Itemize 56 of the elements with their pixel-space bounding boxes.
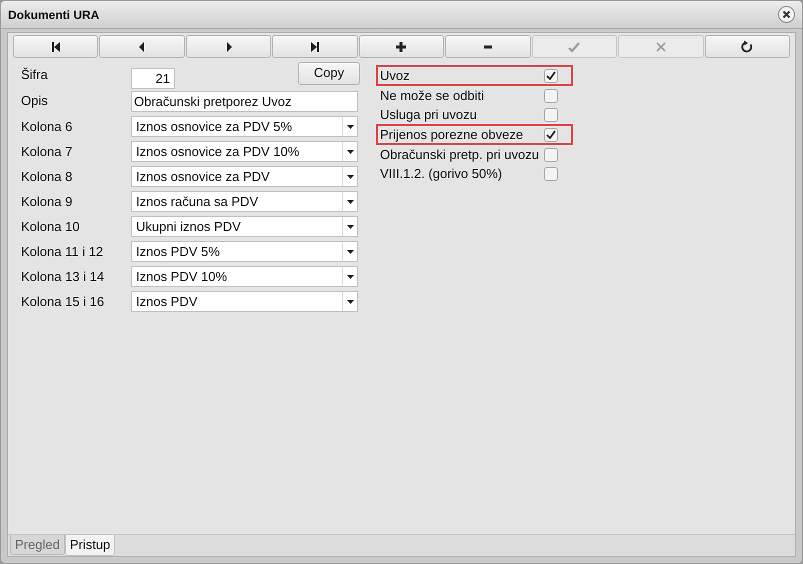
option-label: Ne može se odbiti xyxy=(380,86,486,105)
field-label: Šifra xyxy=(21,66,49,84)
description-field[interactable]: Obračunski pretporez Uvoz xyxy=(131,90,358,112)
window-title: Dokumenti URA xyxy=(8,6,100,24)
checkbox[interactable] xyxy=(544,88,558,102)
caret-icon xyxy=(346,124,354,128)
toolbar-button[interactable] xyxy=(358,35,444,58)
checkbox[interactable] xyxy=(544,68,558,82)
refresh-icon xyxy=(740,40,754,54)
check-icon xyxy=(546,71,556,80)
dropdown[interactable]: Iznos osnovice za PDV 5% xyxy=(131,116,358,137)
field-label: Kolona 6 xyxy=(21,118,74,136)
checkbox[interactable] xyxy=(544,148,558,162)
option-label: Uvoz xyxy=(380,66,411,85)
field-label: Kolona 15 i 16 xyxy=(21,292,106,311)
toolbar-button[interactable] xyxy=(704,35,790,58)
tab[interactable]: Pregled xyxy=(10,535,65,555)
field-label: Opis xyxy=(21,92,49,110)
caret-icon xyxy=(346,150,354,154)
field-label: Kolona 11 i 12 xyxy=(21,242,104,261)
dropdown[interactable]: Iznos osnovice za PDV 10% xyxy=(131,141,358,162)
checkbox[interactable] xyxy=(544,108,558,122)
option-label: Obračunski pretp. pri uvozu xyxy=(380,146,540,164)
option-label: Prijenos porezne obveze xyxy=(380,126,524,144)
toolbar-button[interactable] xyxy=(272,35,358,58)
plus-icon xyxy=(394,40,408,54)
caret-icon xyxy=(346,224,354,228)
caret-icon xyxy=(346,174,354,178)
tab[interactable]: Pristup xyxy=(64,535,116,556)
field-label: Kolona 10 xyxy=(21,218,81,236)
dropdown[interactable]: Ukupni iznos PDV xyxy=(131,216,358,237)
toolbar-button[interactable] xyxy=(13,35,98,58)
check-icon xyxy=(567,40,582,54)
code-field[interactable]: 21 xyxy=(131,68,175,88)
caret-icon xyxy=(346,200,354,204)
caret-icon xyxy=(346,274,354,278)
field-label: Kolona 13 i 14 xyxy=(21,268,106,286)
close-icon xyxy=(654,40,668,54)
option-label: VIII.1.2. (gorivo 50%) xyxy=(380,164,504,183)
field-label: Kolona 7 xyxy=(21,142,74,161)
caret-icon xyxy=(346,250,354,254)
dropdown[interactable]: Iznos osnovice za PDV xyxy=(131,166,358,187)
caret-icon xyxy=(346,300,354,304)
close-icon xyxy=(782,10,791,19)
option-label: Usluga pri uvozu xyxy=(380,106,478,124)
field-label: Kolona 9 xyxy=(21,192,74,211)
dropdown[interactable]: Iznos PDV 10% xyxy=(131,266,358,287)
dropdown[interactable]: Iznos računa sa PDV xyxy=(131,191,358,212)
field-label: Kolona 8 xyxy=(21,168,74,186)
close-button[interactable] xyxy=(778,6,795,23)
checkbox[interactable] xyxy=(544,166,558,180)
check-icon xyxy=(546,130,556,139)
checkbox[interactable] xyxy=(544,128,558,142)
copy-button[interactable]: Copy xyxy=(298,62,360,84)
dropdown[interactable]: Iznos PDV 5% xyxy=(131,241,358,262)
dropdown[interactable]: Iznos PDV xyxy=(131,291,358,312)
